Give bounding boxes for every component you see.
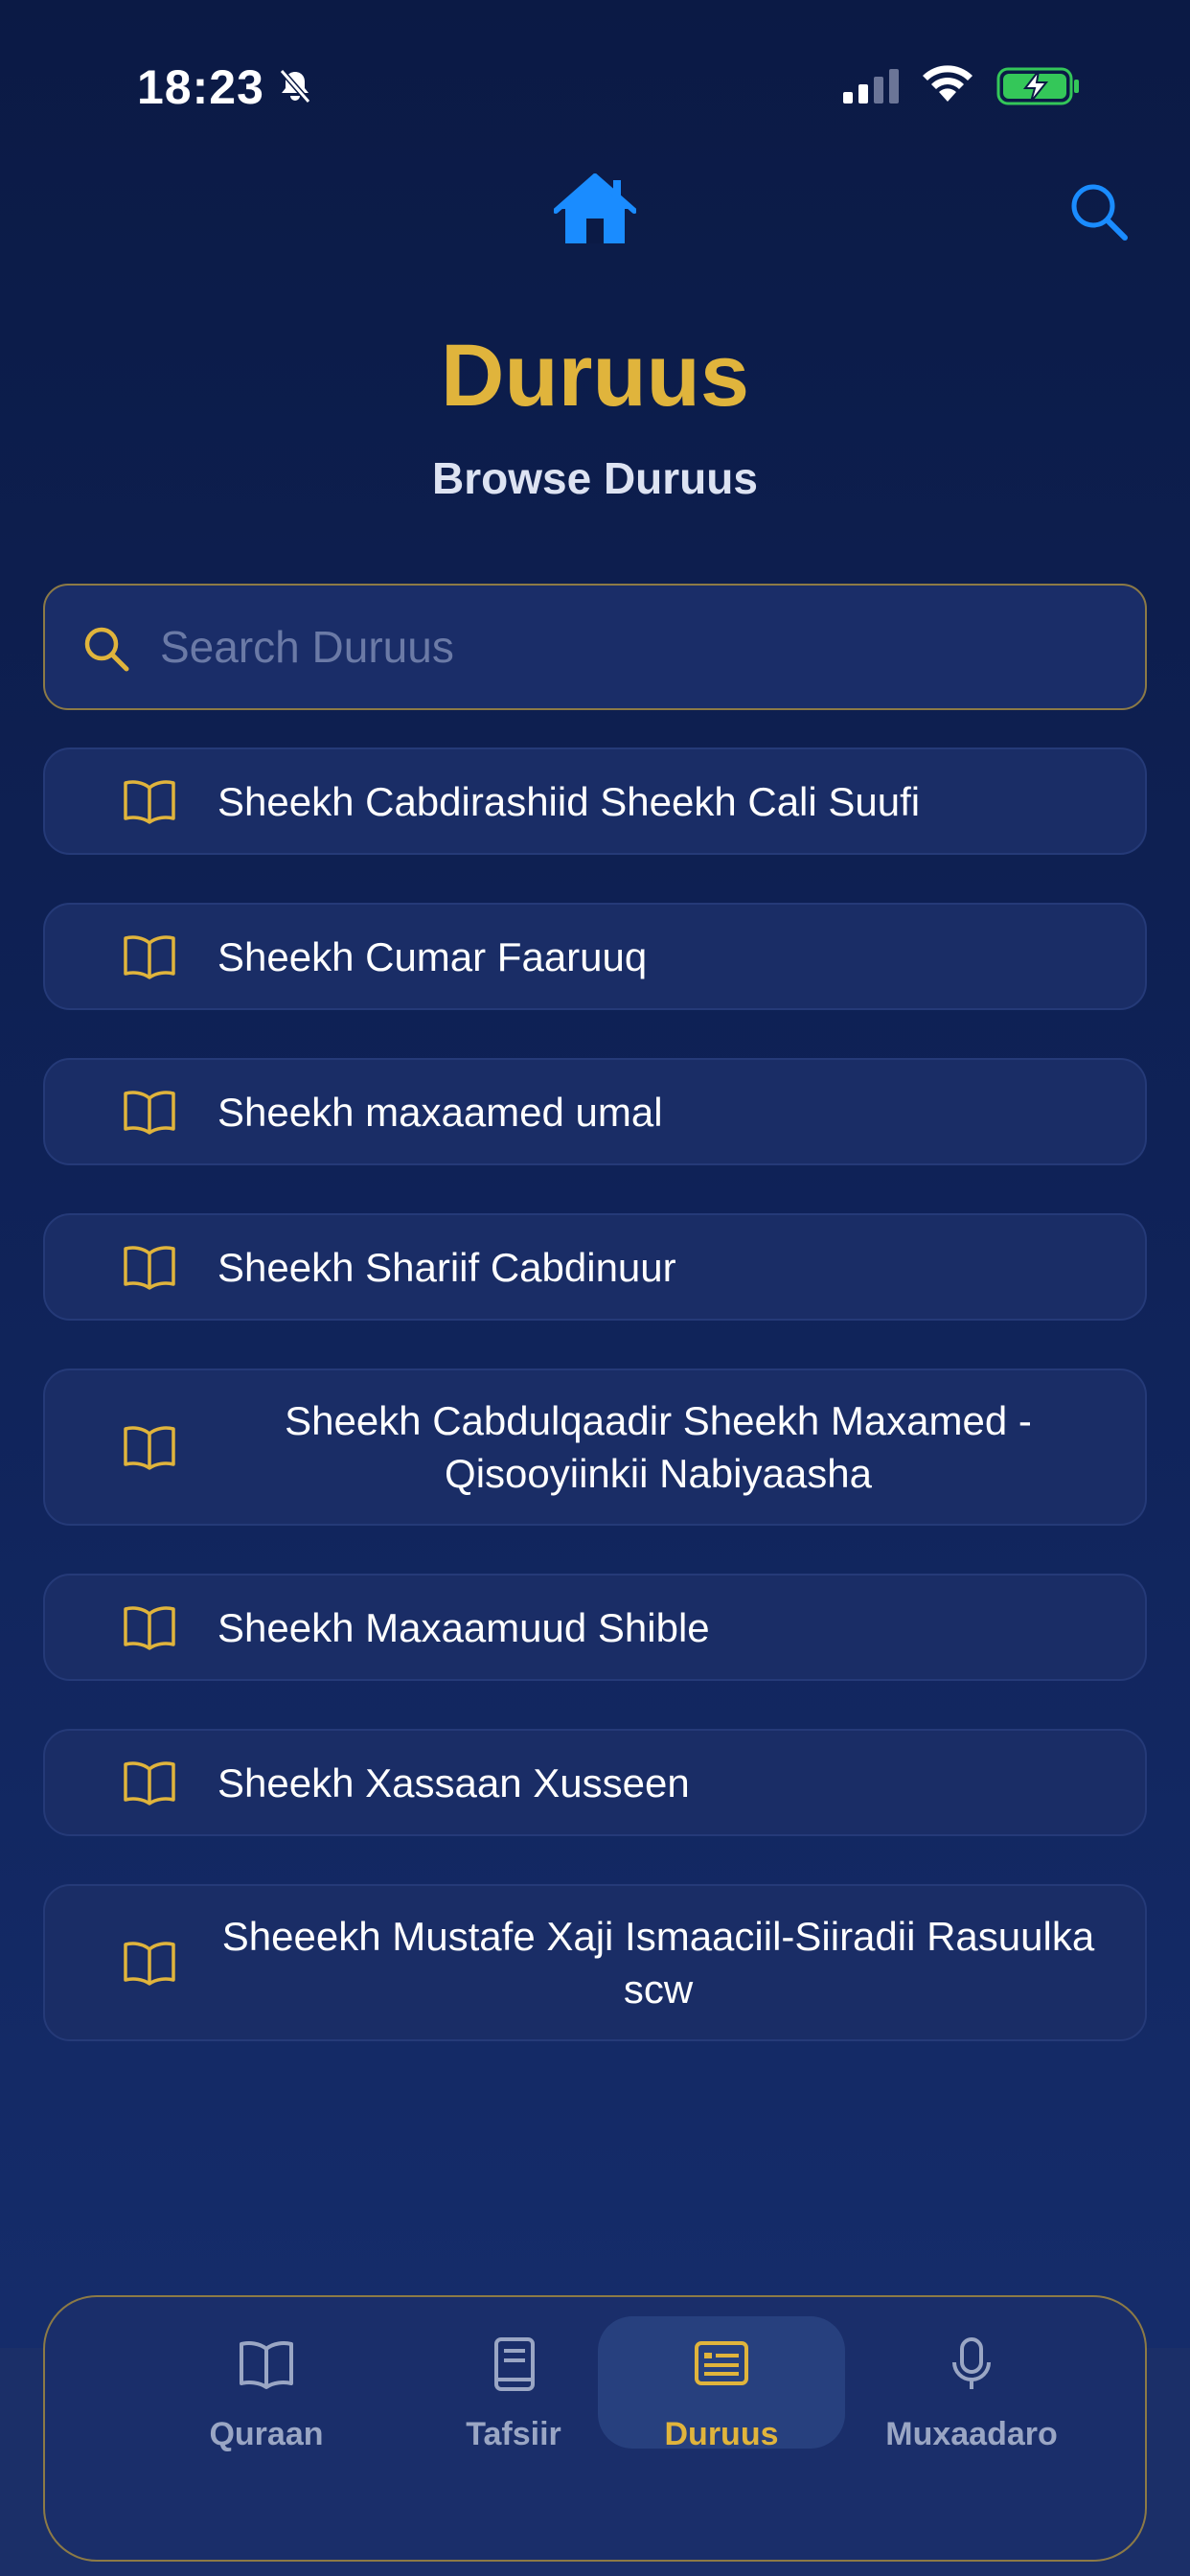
list-item-label: Sheekh Maxaamuud Shible — [217, 1604, 710, 1650]
open-book-icon — [124, 1091, 175, 1135]
search-icon — [84, 627, 129, 672]
tab-label: Muxaadaro — [885, 2416, 1058, 2452]
tab-duruus[interactable]: Duruus — [598, 2316, 845, 2452]
cellular-signal-icon — [843, 69, 899, 104]
list-item[interactable]: Sheekh maxaamed umal — [43, 1058, 1147, 1165]
microphone-icon — [952, 2337, 991, 2389]
list-item[interactable]: Sheekh Cumar Faaruuq — [43, 903, 1147, 1010]
battery-charging-icon — [996, 67, 1079, 105]
newspaper-icon — [695, 2341, 748, 2385]
open-book-icon — [124, 1246, 175, 1290]
open-book-icon — [124, 1942, 175, 1986]
page-subtitle: Browse Duruus — [432, 453, 758, 503]
home-icon[interactable] — [554, 172, 636, 249]
list-item-label: Sheekh maxaamed umal — [217, 1089, 663, 1135]
list-item-label: Sheekh Xassaan Xusseen — [217, 1760, 690, 1806]
open-book-icon — [124, 780, 175, 824]
open-book-icon — [124, 935, 175, 979]
bottom-tab-bar: Quraan Tafsiir Duruus Muxaadaro — [43, 2295, 1147, 2562]
status-time: 18:23 — [137, 60, 264, 114]
list-item[interactable]: Sheekh Xassaan Xusseen — [43, 1729, 1147, 1836]
bell-muted-icon — [279, 69, 311, 104]
open-book-icon — [124, 1426, 175, 1470]
tab-muxaadaro[interactable]: Muxaadaro — [848, 2316, 1095, 2452]
list-item[interactable]: Sheekh Maxaamuud Shible — [43, 1574, 1147, 1681]
list-item[interactable]: Sheeekh Mustafe Xaji Ismaaciil-Siiradii … — [43, 1884, 1147, 2041]
tab-label: Quraan — [209, 2416, 324, 2452]
list-item[interactable]: Sheekh Shariif Cabdinuur — [43, 1213, 1147, 1321]
list-item-label: Sheekh Shariif Cabdinuur — [217, 1244, 676, 1290]
list-item-label: Sheekh Cabdirashiid Sheekh Cali Suufi — [217, 778, 921, 824]
tab-label: Duruus — [664, 2416, 779, 2452]
list-item-label: Sheekh Cabdulqaadir Sheekh Maxamed - Qis… — [285, 1398, 1032, 1496]
tab-quraan[interactable]: Quraan — [143, 2316, 390, 2452]
status-bar: 18:23 — [0, 0, 1190, 172]
search-field[interactable] — [43, 584, 1147, 710]
wifi-icon — [923, 65, 973, 102]
list-item[interactable]: Sheekh Cabdirashiid Sheekh Cali Suufi — [43, 748, 1147, 855]
book-icon — [494, 2337, 535, 2391]
open-book-icon — [124, 1606, 175, 1650]
list-item[interactable]: Sheekh Cabdulqaadir Sheekh Maxamed - Qis… — [43, 1368, 1147, 1526]
list-item-label: Sheekh Cumar Faaruuq — [217, 933, 648, 979]
duruus-list: Sheekh Cabdirashiid Sheekh Cali Suufi Sh… — [43, 748, 1147, 2089]
open-book-icon — [240, 2341, 293, 2389]
list-item-label: Sheeekh Mustafe Xaji Ismaaciil-Siiradii … — [221, 1914, 1095, 2012]
search-icon[interactable] — [1067, 180, 1131, 243]
page-title: Duruus — [441, 327, 749, 425]
search-input[interactable] — [160, 586, 1118, 708]
open-book-icon — [124, 1761, 175, 1806]
